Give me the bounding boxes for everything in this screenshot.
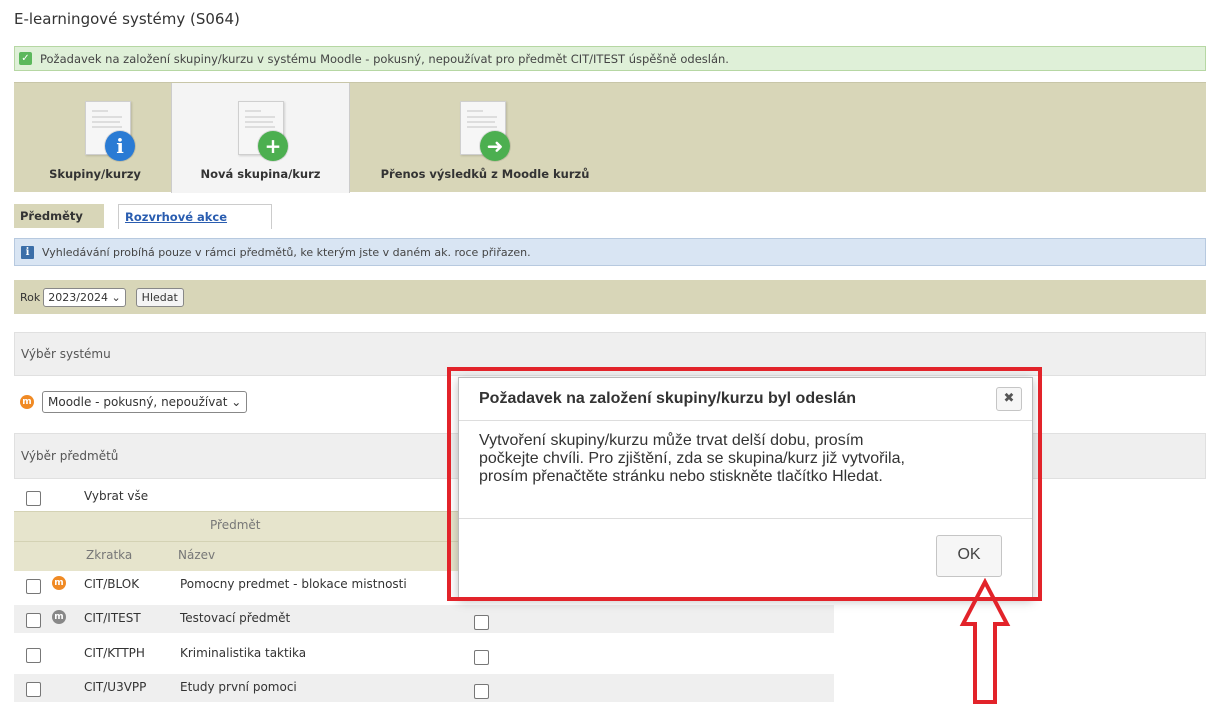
column-group-subject: Předmět bbox=[210, 518, 261, 532]
row-checkbox[interactable] bbox=[26, 579, 41, 594]
arrow-right-icon: ➜ bbox=[480, 131, 510, 161]
tool-groups-courses[interactable]: i Skupiny/kurzy bbox=[30, 83, 160, 193]
system-row: m Moodle - pokusný, nepoužívat ⌄ bbox=[20, 389, 420, 415]
success-message-bar: ✓ Požadavek na založení skupiny/kurzu v … bbox=[14, 46, 1206, 71]
select-all-label: Vybrat vše bbox=[84, 489, 149, 503]
info-message-bar: i Vyhledávání probíhá pouze v rámci před… bbox=[14, 238, 1206, 266]
column-code: Zkratka bbox=[86, 548, 133, 562]
success-message-text: Požadavek na založení skupiny/kurzu v sy… bbox=[40, 51, 729, 66]
search-button[interactable]: Hledat bbox=[135, 287, 184, 307]
page-title: E-learningové systémy (S064) bbox=[14, 10, 240, 28]
info-icon: i bbox=[105, 131, 135, 161]
row-checkbox[interactable] bbox=[26, 682, 41, 697]
row-option-checkbox[interactable] bbox=[474, 684, 489, 699]
chevron-down-icon: ⌄ bbox=[231, 395, 242, 409]
row-code: CIT/ITEST bbox=[84, 611, 141, 625]
table-row: CIT/KTTPH Kriminalistika taktika bbox=[14, 640, 834, 668]
row-name: Pomocny predmet - blokace mistnosti bbox=[180, 577, 407, 591]
system-selected-value: Moodle - pokusný, nepoužívat bbox=[48, 395, 228, 409]
table-row: CIT/U3VPP Etudy první pomoci bbox=[14, 674, 834, 702]
tool-label: Skupiny/kurzy bbox=[49, 167, 141, 181]
year-select[interactable]: 2023/2024 ⌄ bbox=[43, 287, 126, 307]
highlight-box bbox=[447, 367, 1042, 601]
tab-schedule-events[interactable]: Rozvrhové akce bbox=[118, 204, 272, 229]
row-code: CIT/BLOK bbox=[84, 577, 140, 591]
system-select[interactable]: Moodle - pokusný, nepoužívat ⌄ bbox=[42, 391, 248, 413]
checkmark-icon: ✓ bbox=[19, 52, 32, 65]
year-label: Rok bbox=[20, 290, 41, 304]
column-name: Název bbox=[178, 548, 216, 562]
tool-label: Nová skupina/kurz bbox=[200, 167, 321, 181]
subjects-heading: Výběr předmětů bbox=[21, 449, 119, 463]
plus-icon: + bbox=[258, 131, 288, 161]
row-name: Etudy první pomoci bbox=[180, 680, 297, 694]
tool-transfer-results[interactable]: ➜ Přenos výsledků z Moodle kurzů bbox=[350, 83, 620, 193]
chevron-down-icon: ⌄ bbox=[111, 290, 121, 304]
row-checkbox[interactable] bbox=[26, 613, 41, 628]
moodle-icon: m bbox=[52, 610, 66, 624]
info-message-text: Vyhledávání probíhá pouze v rámci předmě… bbox=[42, 245, 531, 259]
select-all-checkbox[interactable] bbox=[26, 491, 41, 506]
arrow-up-icon bbox=[959, 578, 1011, 704]
row-option-checkbox[interactable] bbox=[474, 615, 489, 630]
tool-new-group-course[interactable]: + Nová skupina/kurz bbox=[171, 83, 350, 193]
moodle-icon: m bbox=[20, 395, 34, 409]
tab-subjects[interactable]: Předměty bbox=[14, 204, 104, 228]
row-name: Kriminalistika taktika bbox=[180, 646, 307, 660]
system-heading: Výběr systému bbox=[21, 347, 111, 361]
year-value: 2023/2024 bbox=[48, 290, 108, 304]
moodle-icon: m bbox=[52, 576, 66, 590]
row-name: Testovací předmět bbox=[180, 611, 291, 625]
row-checkbox[interactable] bbox=[26, 648, 41, 663]
row-code: CIT/KTTPH bbox=[84, 646, 145, 660]
filter-bar: Rok 2023/2024 ⌄ Hledat bbox=[14, 280, 1206, 314]
tool-label: Přenos výsledků z Moodle kurzů bbox=[380, 167, 590, 181]
row-code: CIT/U3VPP bbox=[84, 680, 147, 694]
action-toolbar: i Skupiny/kurzy + Nová skupina/kurz ➜ Př… bbox=[14, 82, 1206, 193]
table-row: m CIT/ITEST Testovací předmět bbox=[14, 605, 834, 633]
info-icon: i bbox=[21, 245, 34, 259]
row-option-checkbox[interactable] bbox=[474, 650, 489, 665]
